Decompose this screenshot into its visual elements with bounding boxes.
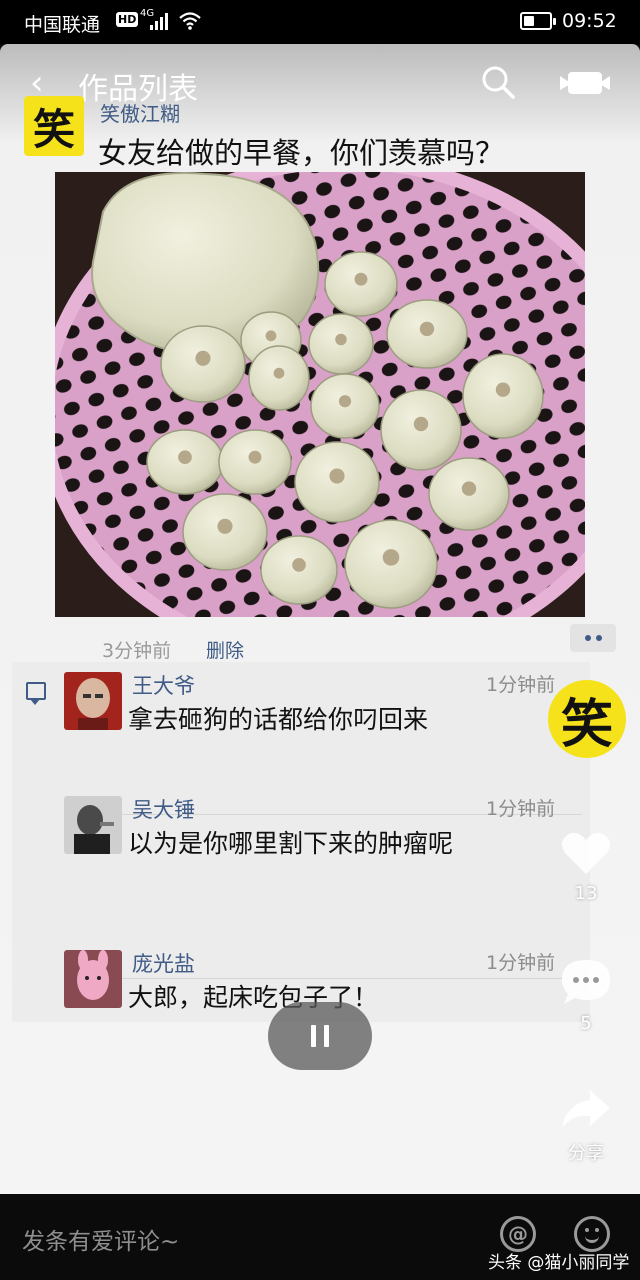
post-time: 3分钟前 (102, 640, 172, 662)
heart-icon (562, 832, 610, 874)
search-icon[interactable] (480, 64, 516, 100)
comment-item[interactable]: 吴大锤 1分钟前 以为是你哪里割下来的肿瘤呢 (12, 786, 590, 916)
bun-pleat (382, 549, 400, 566)
bun-pleat (413, 416, 429, 432)
pause-button[interactable] (268, 1002, 372, 1070)
carrier-name: 中国联通 (24, 14, 101, 36)
at-mention-icon[interactable]: @ (500, 1216, 536, 1252)
comment-time: 1分钟前 (486, 674, 556, 696)
bun-pleat (335, 333, 347, 346)
bun-pleat (329, 468, 345, 484)
video-frame[interactable]: ‹ 作品列表 笑 笑傲江糊 女友给做的早餐，你们羡慕吗？ 3分钟前 删除 王大爷… (0, 44, 640, 1194)
bun-pleat (178, 450, 192, 465)
share-label: 分享 (568, 1143, 604, 1164)
avatar (64, 950, 122, 1008)
share-arrow-icon (562, 1090, 610, 1128)
comment-text: 拿去砸狗的话都给你叼回来 (128, 705, 429, 734)
avatar (64, 796, 122, 854)
bun-pleat (248, 450, 262, 464)
comment-count: 5 (580, 1013, 592, 1034)
post-title: 女友给做的早餐，你们羡慕吗？ (98, 136, 505, 170)
bottom-bar: 发条有爱评论~ @ 头条 @猫小丽同学 (0, 1194, 640, 1280)
comment-bubble-icon (562, 960, 610, 1004)
wifi-icon (179, 12, 201, 30)
pause-icon (311, 1025, 316, 1047)
avatar (64, 672, 122, 730)
battery-icon (520, 12, 556, 30)
comment-author[interactable]: 吴大锤 (132, 794, 195, 824)
comment-author[interactable]: 王大爷 (132, 670, 195, 700)
comment-time: 1分钟前 (486, 798, 556, 820)
bun-pleat (495, 382, 511, 397)
author-logo[interactable]: 笑 (24, 96, 84, 156)
hd-badge: HD (116, 12, 139, 27)
comment-time: 1分钟前 (486, 952, 556, 974)
bun-pleat (354, 272, 368, 286)
bun-pleat (461, 481, 477, 496)
steamed-buns-photo[interactable] (55, 172, 585, 617)
clock: 09:52 (562, 10, 617, 32)
comments-panel: 王大爷 1分钟前 拿去砸狗的话都给你叼回来 吴大锤 1分钟前 以为是你哪里割下来… (12, 662, 590, 1022)
bun-pleat (338, 395, 352, 408)
delete-link[interactable]: 删除 (206, 636, 244, 663)
more-options-button[interactable] (570, 624, 616, 652)
comment-text: 以为是你哪里割下来的肿瘤呢 (128, 829, 454, 858)
signal-icon (150, 12, 172, 30)
comment-input[interactable]: 发条有爱评论~ (22, 1222, 179, 1256)
video-camera-icon[interactable] (560, 70, 610, 96)
like-button[interactable]: 13 (556, 830, 616, 904)
comment-item[interactable]: 王大爷 1分钟前 拿去砸狗的话都给你叼回来 (12, 662, 590, 792)
comment-author[interactable]: 庞光盐 (132, 948, 195, 978)
author-name[interactable]: 笑傲江糊 (100, 98, 180, 127)
like-count: 13 (574, 883, 598, 904)
bun-pleat (265, 330, 277, 342)
bun-pleat (419, 321, 435, 337)
bun-pleat (273, 367, 285, 379)
emoji-icon[interactable] (574, 1216, 610, 1252)
watermark: 头条 @猫小丽同学 (488, 1253, 630, 1273)
bun-pleat (292, 558, 306, 572)
status-bar: 中国联通 HD 4G 09:52 (0, 0, 640, 44)
bun-pleat (217, 518, 233, 534)
share-button[interactable]: 分享 (556, 1088, 616, 1165)
channel-avatar[interactable]: 笑 (548, 680, 626, 758)
comment-button[interactable]: 5 (556, 958, 616, 1034)
bun-pleat (195, 350, 211, 366)
